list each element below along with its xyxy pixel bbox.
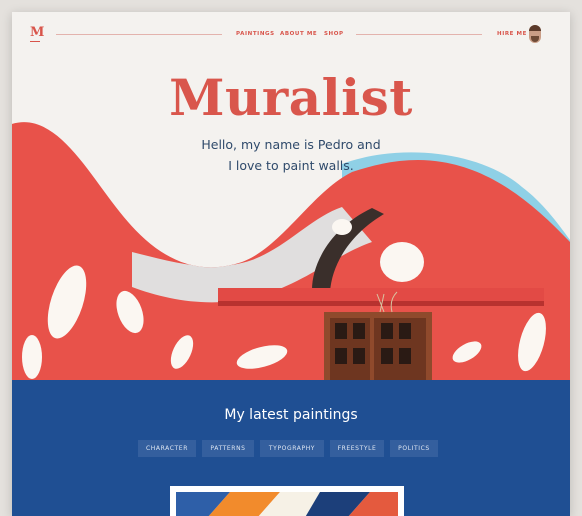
category-freestyle[interactable]: FREESTYLE [330, 440, 384, 457]
category-patterns[interactable]: PATTERNS [202, 440, 254, 457]
category-filter: CHARACTER PATTERNS TYPOGRAPHY FREESTYLE … [12, 440, 570, 458]
latest-paintings-heading: My latest paintings [224, 407, 358, 423]
nav-divider-right [356, 34, 482, 35]
logo-underline [30, 41, 40, 42]
latest-paintings-section: My latest paintings CHARACTER PATTERNS T… [12, 380, 570, 516]
hero-title: Muralist [169, 68, 413, 127]
painting-thumbnail [170, 486, 404, 516]
hire-me-link[interactable]: HIRE ME [497, 30, 527, 38]
category-politics[interactable]: POLITICS [390, 440, 438, 457]
hero-tagline: Hello, my name is Pedro and I love to pa… [12, 134, 570, 176]
tagline-line-2: I love to paint walls. [228, 158, 354, 173]
painting-card[interactable] [170, 486, 404, 516]
nav-divider-left [56, 34, 222, 35]
avatar[interactable] [529, 25, 541, 43]
avatar-hair [529, 25, 541, 31]
top-nav: M PAINTINGS ABOUT ME SHOP HIRE ME [12, 12, 570, 58]
nav-link-shop[interactable]: SHOP [324, 30, 344, 38]
tagline-line-1: Hello, my name is Pedro and [201, 137, 381, 152]
nav-link-paintings[interactable]: PAINTINGS [236, 30, 275, 38]
category-typography[interactable]: TYPOGRAPHY [260, 440, 324, 457]
logo[interactable]: M [30, 26, 44, 40]
nav-link-about-me[interactable]: ABOUT ME [280, 30, 317, 38]
category-character[interactable]: CHARACTER [138, 440, 196, 457]
avatar-beard [531, 36, 539, 42]
page: M PAINTINGS ABOUT ME SHOP HIRE ME Murali… [12, 12, 570, 516]
